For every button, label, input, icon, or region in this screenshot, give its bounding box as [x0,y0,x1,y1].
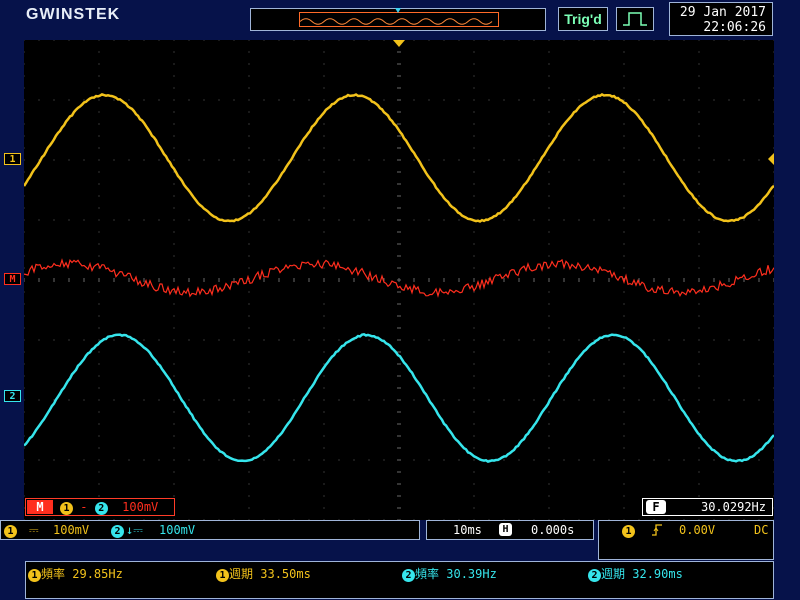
math-function-label[interactable]: M 1 - 2 100mV [25,498,175,516]
channel-scale-bar[interactable]: 1 ⎓ 100mV 2 ↓⎓ 100mV [0,520,420,540]
trigger-settings-bar[interactable]: 1 0.00V DC [598,520,774,560]
rising-edge-icon [651,523,663,540]
trigger-coupling[interactable]: DC [754,523,768,537]
ch1-circle-icon: 1 [28,569,41,582]
measurement-item: 1 週期 33.50ms [216,565,311,582]
frequency-counter-badge: F [646,500,666,514]
ch2-circle-icon: 2 [402,569,415,582]
date-time-display: 29 Jan 2017 22:06:26 [669,2,773,36]
measurement-value: 30.39Hz [446,567,497,581]
ch2-scale[interactable]: 100mV [159,523,195,537]
time-text: 22:06:26 [670,20,766,35]
ch1-waveform [24,94,774,221]
ch2-offset-marker[interactable]: 2 [4,390,21,402]
measurement-item: 1 頻率 29.85Hz [28,565,123,582]
ch1-scale[interactable]: 100mV [53,523,89,537]
math-offset-marker[interactable]: M [4,273,21,285]
measurement-bar[interactable]: 1 頻率 29.85Hz 1 週期 33.50ms 2 頻率 30.39Hz 2 週期 … [25,561,774,599]
trigger-position-marker-icon [395,8,401,13]
measurement-name: 週期 [601,567,625,581]
frequency-counter-value: 30.0292Hz [701,500,766,514]
trigger-time-marker-icon [393,40,405,47]
measurement-item: 2 頻率 30.39Hz [402,565,497,582]
trigger-status-badge: Trig'd [558,7,608,31]
overview-window[interactable] [299,12,499,27]
timebase-scale[interactable]: 10ms [453,523,482,537]
brand-logo: GWINSTEK [26,6,120,24]
math-badge: M [27,500,53,514]
measurement-value: 33.50ms [260,567,311,581]
math-operator: - [80,500,87,514]
measurement-name: 頻率 [41,567,65,581]
ch1-circle-icon: 1 [216,569,229,582]
trigger-source-icon: 1 [622,525,635,538]
ch2-waveform [24,334,774,461]
frequency-counter: F 30.0292Hz [642,498,773,516]
timebase-bar[interactable]: 10ms H 0.000s [426,520,594,540]
ch1-circle-icon: 1 [4,525,17,538]
trigger-level-marker-icon [768,153,774,165]
date-text: 29 Jan 2017 [670,5,766,20]
horizontal-position-icon: H [499,523,512,536]
acquire-mode-icon[interactable] [616,7,654,31]
math-expression: 1 - 2 100mV [60,500,158,515]
waveform-display[interactable] [24,40,774,520]
ch2-circle-icon: 2 [95,502,108,515]
math-scale: 100mV [122,500,158,514]
ch2-coupling-icon: ↓⎓ [126,523,143,538]
measurement-name: 週期 [229,567,253,581]
trigger-level[interactable]: 0.00V [679,523,715,537]
measurement-value: 32.90ms [632,567,683,581]
ch1-coupling-icon: ⎓ [29,523,39,538]
ch1-circle-icon: 1 [60,502,73,515]
ch1-offset-marker[interactable]: 1 [4,153,21,165]
memory-overview-bar[interactable] [250,8,546,31]
horizontal-position[interactable]: 0.000s [531,523,574,537]
overview-waveform [300,15,498,28]
measurement-item: 2 週期 32.90ms [588,565,683,582]
measurement-value: 29.85Hz [72,567,123,581]
ch2-circle-icon: 2 [111,525,124,538]
ch2-circle-icon: 2 [588,569,601,582]
graticule [24,40,774,520]
measurement-name: 頻率 [415,567,439,581]
